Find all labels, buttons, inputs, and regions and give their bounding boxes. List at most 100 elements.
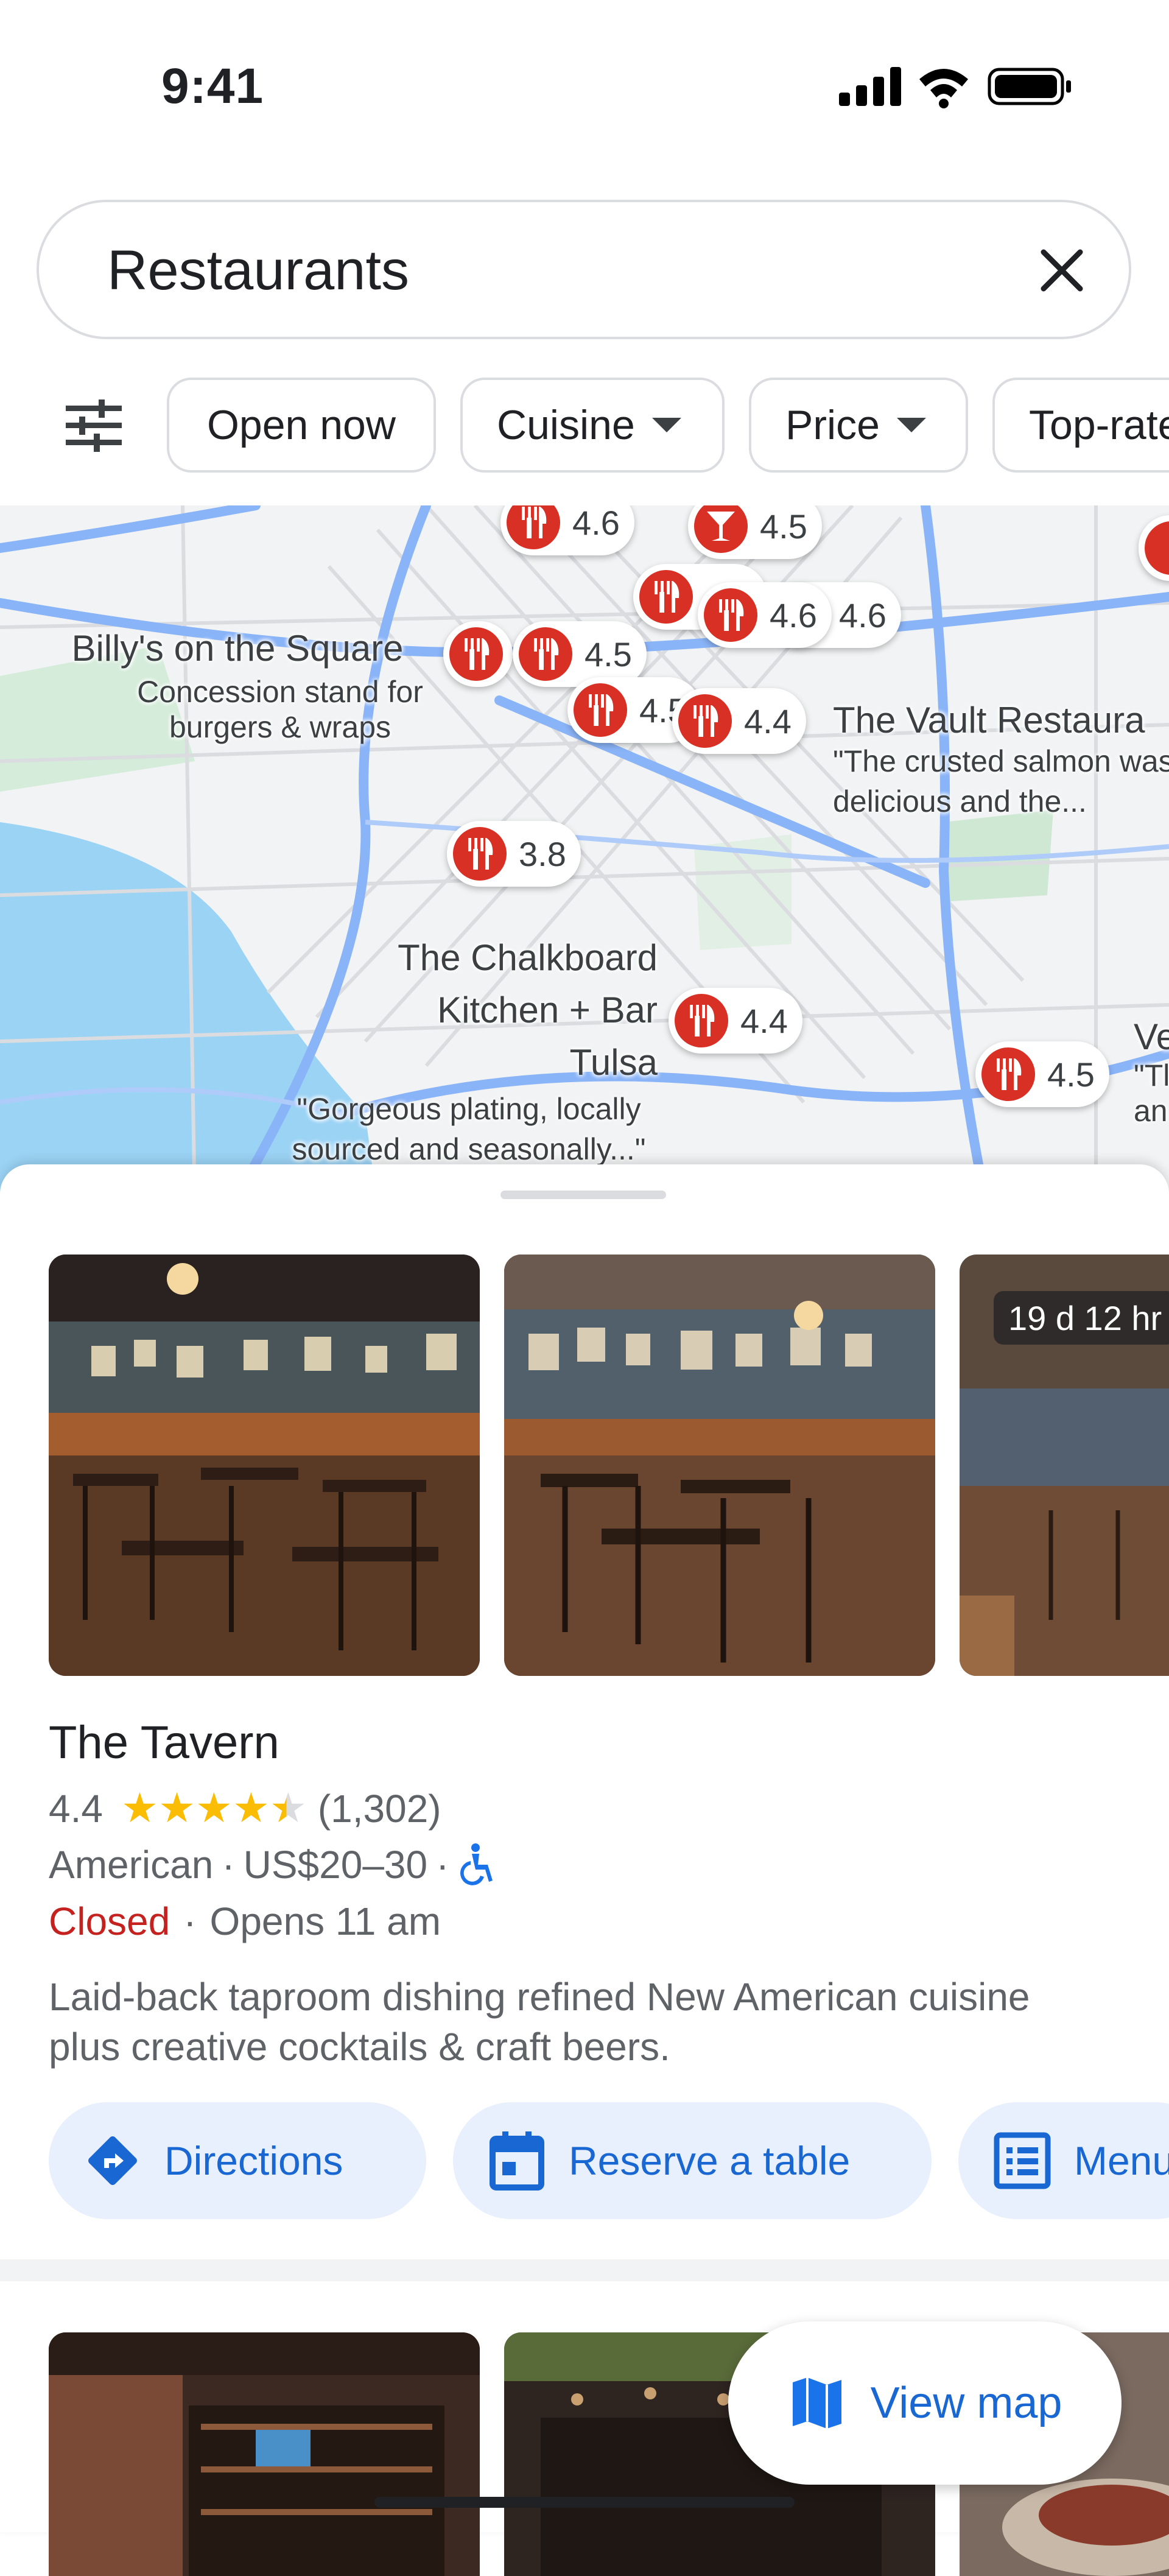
map-pin[interactable] (443, 621, 513, 687)
reserve-table-label: Reserve a table (569, 2138, 851, 2183)
restaurant-icon (449, 823, 510, 884)
place-name[interactable]: The Tavern (49, 1716, 279, 1769)
directions-label: Directions (164, 2138, 343, 2183)
search-input[interactable]: Restaurants (107, 239, 409, 303)
bar-icon (690, 505, 751, 557)
reserve-table-button[interactable]: Reserve a table (453, 2102, 932, 2219)
chevron-down-icon (896, 418, 926, 432)
pin-rating: 4.4 (744, 702, 792, 741)
battery-icon (988, 68, 1071, 105)
place-photo[interactable] (49, 2332, 480, 2576)
menu-label: Menu (1074, 2138, 1169, 2183)
home-indicator[interactable] (374, 2497, 795, 2508)
map-label-vault[interactable]: The Vault Restaura "The crusted salmon w… (833, 699, 1169, 822)
review-count[interactable]: (1,302) (318, 1786, 441, 1831)
directions-icon (79, 2127, 146, 2194)
chevron-down-icon (651, 418, 681, 432)
opening-hours: Opens 11 am (209, 1899, 441, 1943)
restaurant-icon (446, 624, 507, 684)
map-pin[interactable]: 4.4 (669, 988, 802, 1054)
filter-price-label: Price (785, 402, 880, 448)
star-half-icon: ★ (269, 1785, 307, 1831)
restaurant-icon (515, 624, 576, 684)
map-pin[interactable]: 4.5 (688, 505, 822, 559)
restaurant-icon (503, 505, 564, 553)
star-icon: ★ (195, 1785, 233, 1831)
view-map-button[interactable]: View map (728, 2321, 1122, 2485)
map-label-desc: "Tl an (1134, 1058, 1169, 1128)
restaurant-icon (570, 680, 631, 741)
map-label-title: The Vault Restaura (833, 700, 1145, 741)
status-time: 9:41 (161, 58, 264, 114)
map-pin[interactable]: 4.4 (672, 688, 806, 754)
hours-row: Closed · Opens 11 am (49, 1899, 441, 1944)
star-rating: ★ ★ ★ ★ ★ (121, 1784, 307, 1832)
directions-button[interactable]: Directions (49, 2102, 426, 2219)
restaurant-icon (978, 1044, 1039, 1105)
detail-row: American · US$20–30 · (49, 1842, 496, 1887)
filter-top-rated-label: Top-rated (1029, 402, 1169, 448)
pin-rating: 4.5 (760, 507, 807, 546)
map-label-desc: "The crusted salmon was delicious and th… (833, 744, 1169, 818)
map-label-title: The Chalkboard Kitchen + Bar Tulsa (398, 937, 658, 1083)
cuisine: American (49, 1843, 214, 1887)
filters-icon[interactable] (63, 395, 124, 456)
map-label-title: Billy's on the Square (71, 628, 404, 669)
pin-rating: 4.6 (839, 596, 886, 635)
map-pin[interactable]: 4.6 (500, 505, 634, 555)
star-icon: ★ (232, 1785, 270, 1831)
pin-rating: 4.5 (1047, 1055, 1095, 1094)
close-icon[interactable] (1035, 244, 1089, 297)
map-label-desc: Concession stand for burgers & wraps (137, 675, 423, 744)
star-icon: ★ (121, 1785, 158, 1831)
separator: · (222, 1843, 235, 1887)
restaurant-icon (675, 691, 735, 751)
place-photo[interactable] (504, 1255, 935, 1676)
map-view[interactable]: 4.6 4.5 4.6 4.6 4.6 4.5 4.5 4.4 3.8 4.4 … (0, 505, 1169, 1206)
wifi-icon (919, 69, 968, 108)
pin-rating: 4.6 (770, 596, 817, 635)
wheelchair-accessible-icon (457, 1843, 496, 1887)
price-range: US$20–30 (243, 1843, 428, 1887)
restaurant-icon (1141, 518, 1169, 579)
restaurant-icon (700, 585, 761, 646)
map-label-partial[interactable]: Ve "Tl an (1134, 1016, 1169, 1128)
place-photo[interactable] (49, 1255, 480, 1676)
filter-price[interactable]: Price (749, 378, 968, 473)
rating-row: 4.4 ★ ★ ★ ★ ★ (1,302) (49, 1784, 441, 1832)
filter-open-now[interactable]: Open now (167, 378, 436, 473)
drag-handle[interactable] (500, 1191, 666, 1199)
pin-rating: 3.8 (519, 834, 566, 873)
cellular-signal-icon (839, 67, 901, 106)
filter-cuisine-label: Cuisine (497, 402, 635, 448)
map-label-title: Ve (1134, 1016, 1169, 1057)
map-pin[interactable]: 4.5 (975, 1041, 1109, 1107)
filter-cuisine[interactable]: Cuisine (460, 378, 725, 473)
section-divider (0, 2259, 1169, 2281)
restaurant-icon (671, 990, 732, 1051)
open-status: Closed (49, 1899, 170, 1943)
map-label-desc: "Gorgeous plating, locally sourced and s… (292, 1092, 646, 1166)
filter-top-rated[interactable]: Top-rated (992, 378, 1169, 473)
map-pin[interactable]: 4.6 (698, 582, 832, 648)
map-icon (788, 2374, 846, 2432)
separator: · (183, 1899, 197, 1943)
status-icons (834, 61, 1078, 110)
pin-rating: 4.5 (584, 635, 632, 674)
view-map-label: View map (870, 2379, 1062, 2427)
separator: · (436, 1843, 449, 1887)
pin-rating: 4.6 (572, 505, 620, 542)
map-pin[interactable]: 3.8 (447, 821, 581, 887)
menu-list-icon (989, 2127, 1056, 2194)
promo-badge: 19 d 12 hr (994, 1291, 1169, 1345)
restaurant-icon (636, 566, 697, 627)
place-description: Laid-back taproom dishing refined New Am… (49, 1975, 1030, 2069)
calendar-icon (483, 2127, 550, 2194)
star-icon: ★ (158, 1785, 195, 1831)
rating-value: 4.4 (49, 1786, 103, 1831)
pin-rating: 4.4 (740, 1001, 788, 1040)
map-label-chalkboard[interactable]: The Chalkboard Kitchen + Bar Tulsa "Gorg… (268, 932, 658, 1169)
menu-button[interactable]: Menu (958, 2102, 1169, 2219)
map-label-billys[interactable]: Billy's on the Square Concession stand f… (43, 627, 432, 745)
filter-open-now-label: Open now (207, 402, 396, 448)
